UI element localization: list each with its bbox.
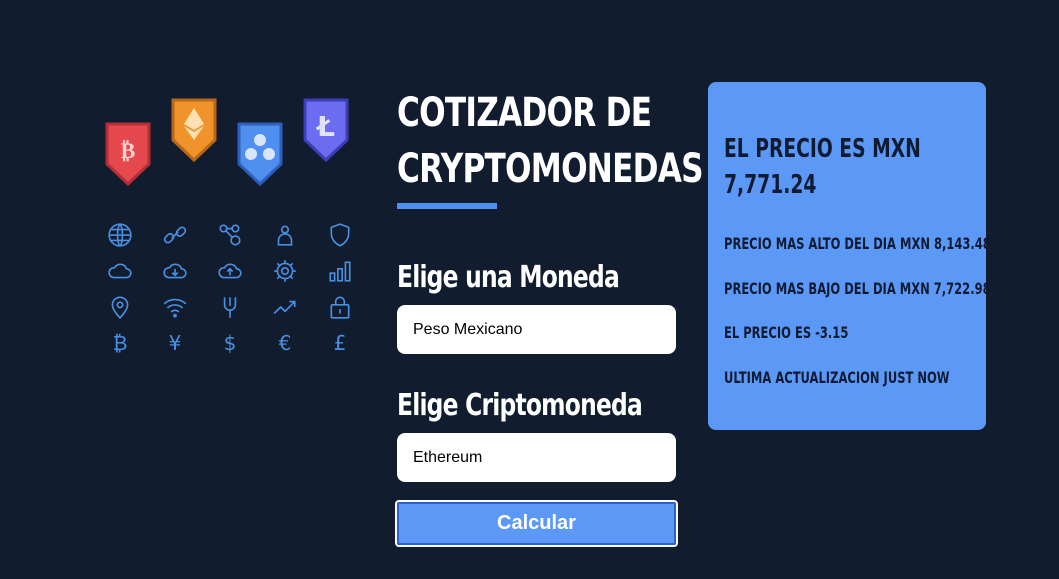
- low-price: Precio mas bajo del dia MXN 7,722.98: [724, 279, 991, 298]
- ethereum-icon: [171, 98, 217, 163]
- crypto-select-value: Ethereum: [413, 448, 483, 466]
- bitcoin-symbol-icon: ₿: [112, 330, 128, 355]
- cloud-upload-icon: [215, 256, 245, 286]
- trend-up-icon: [270, 292, 300, 322]
- crypto-label: Elige Criptomoneda: [397, 388, 643, 423]
- calculate-button[interactable]: Calcular: [395, 500, 678, 547]
- pound-symbol-icon: £: [333, 331, 347, 355]
- globe-icon: [105, 220, 135, 250]
- high-price: Precio mas alto del dia MXN 8,143.48: [724, 234, 991, 253]
- price-change: El precio es -3.15: [724, 323, 849, 342]
- price-label: El precio es MXN: [724, 134, 921, 164]
- price-value: 7,771.24: [724, 170, 817, 200]
- currency-select-value: Peso Mexicano: [413, 320, 523, 338]
- crypto-select[interactable]: Ethereum: [397, 433, 676, 482]
- ripple-icon: [237, 122, 283, 187]
- bitcoin-icon: ₿: [105, 122, 151, 187]
- last-updated: Ultima actualizacion just now: [724, 368, 950, 387]
- cloud-icon: [105, 256, 135, 286]
- location-pin-icon: [105, 292, 135, 322]
- svg-text:₿: ₿: [121, 139, 136, 164]
- litecoin-icon: Ł: [303, 98, 349, 163]
- cloud-download-icon: [160, 256, 190, 286]
- title-underline: [397, 203, 497, 209]
- crypto-illustration: ₿ Ł ₿ ¥ $ € £: [100, 90, 365, 380]
- user-icon: [270, 220, 300, 250]
- yen-symbol-icon: ¥: [168, 331, 182, 355]
- lock-icon: [325, 292, 355, 322]
- bar-chart-icon: [325, 256, 355, 286]
- quote-form: Cotizador de Cryptomonedas Elige una Mon…: [395, 85, 704, 547]
- link-icon: [160, 220, 190, 250]
- wifi-icon: [160, 292, 190, 322]
- currency-label: Elige una Moneda: [397, 260, 620, 295]
- result-panel: El precio es MXN 7,771.24 Precio mas alt…: [708, 82, 991, 430]
- dollar-symbol-icon: $: [223, 331, 237, 355]
- shield-icon: [325, 220, 355, 250]
- gear-icon: [270, 256, 300, 286]
- crypto-badges: ₿ Ł: [105, 98, 349, 187]
- fork-icon: [215, 292, 245, 322]
- svg-text:Ł: Ł: [315, 110, 335, 143]
- currency-select[interactable]: Peso Mexicano: [397, 305, 676, 354]
- network-icon: [215, 220, 245, 250]
- page-title: Cotizador de Cryptomonedas: [397, 90, 704, 192]
- euro-symbol-icon: €: [278, 331, 292, 355]
